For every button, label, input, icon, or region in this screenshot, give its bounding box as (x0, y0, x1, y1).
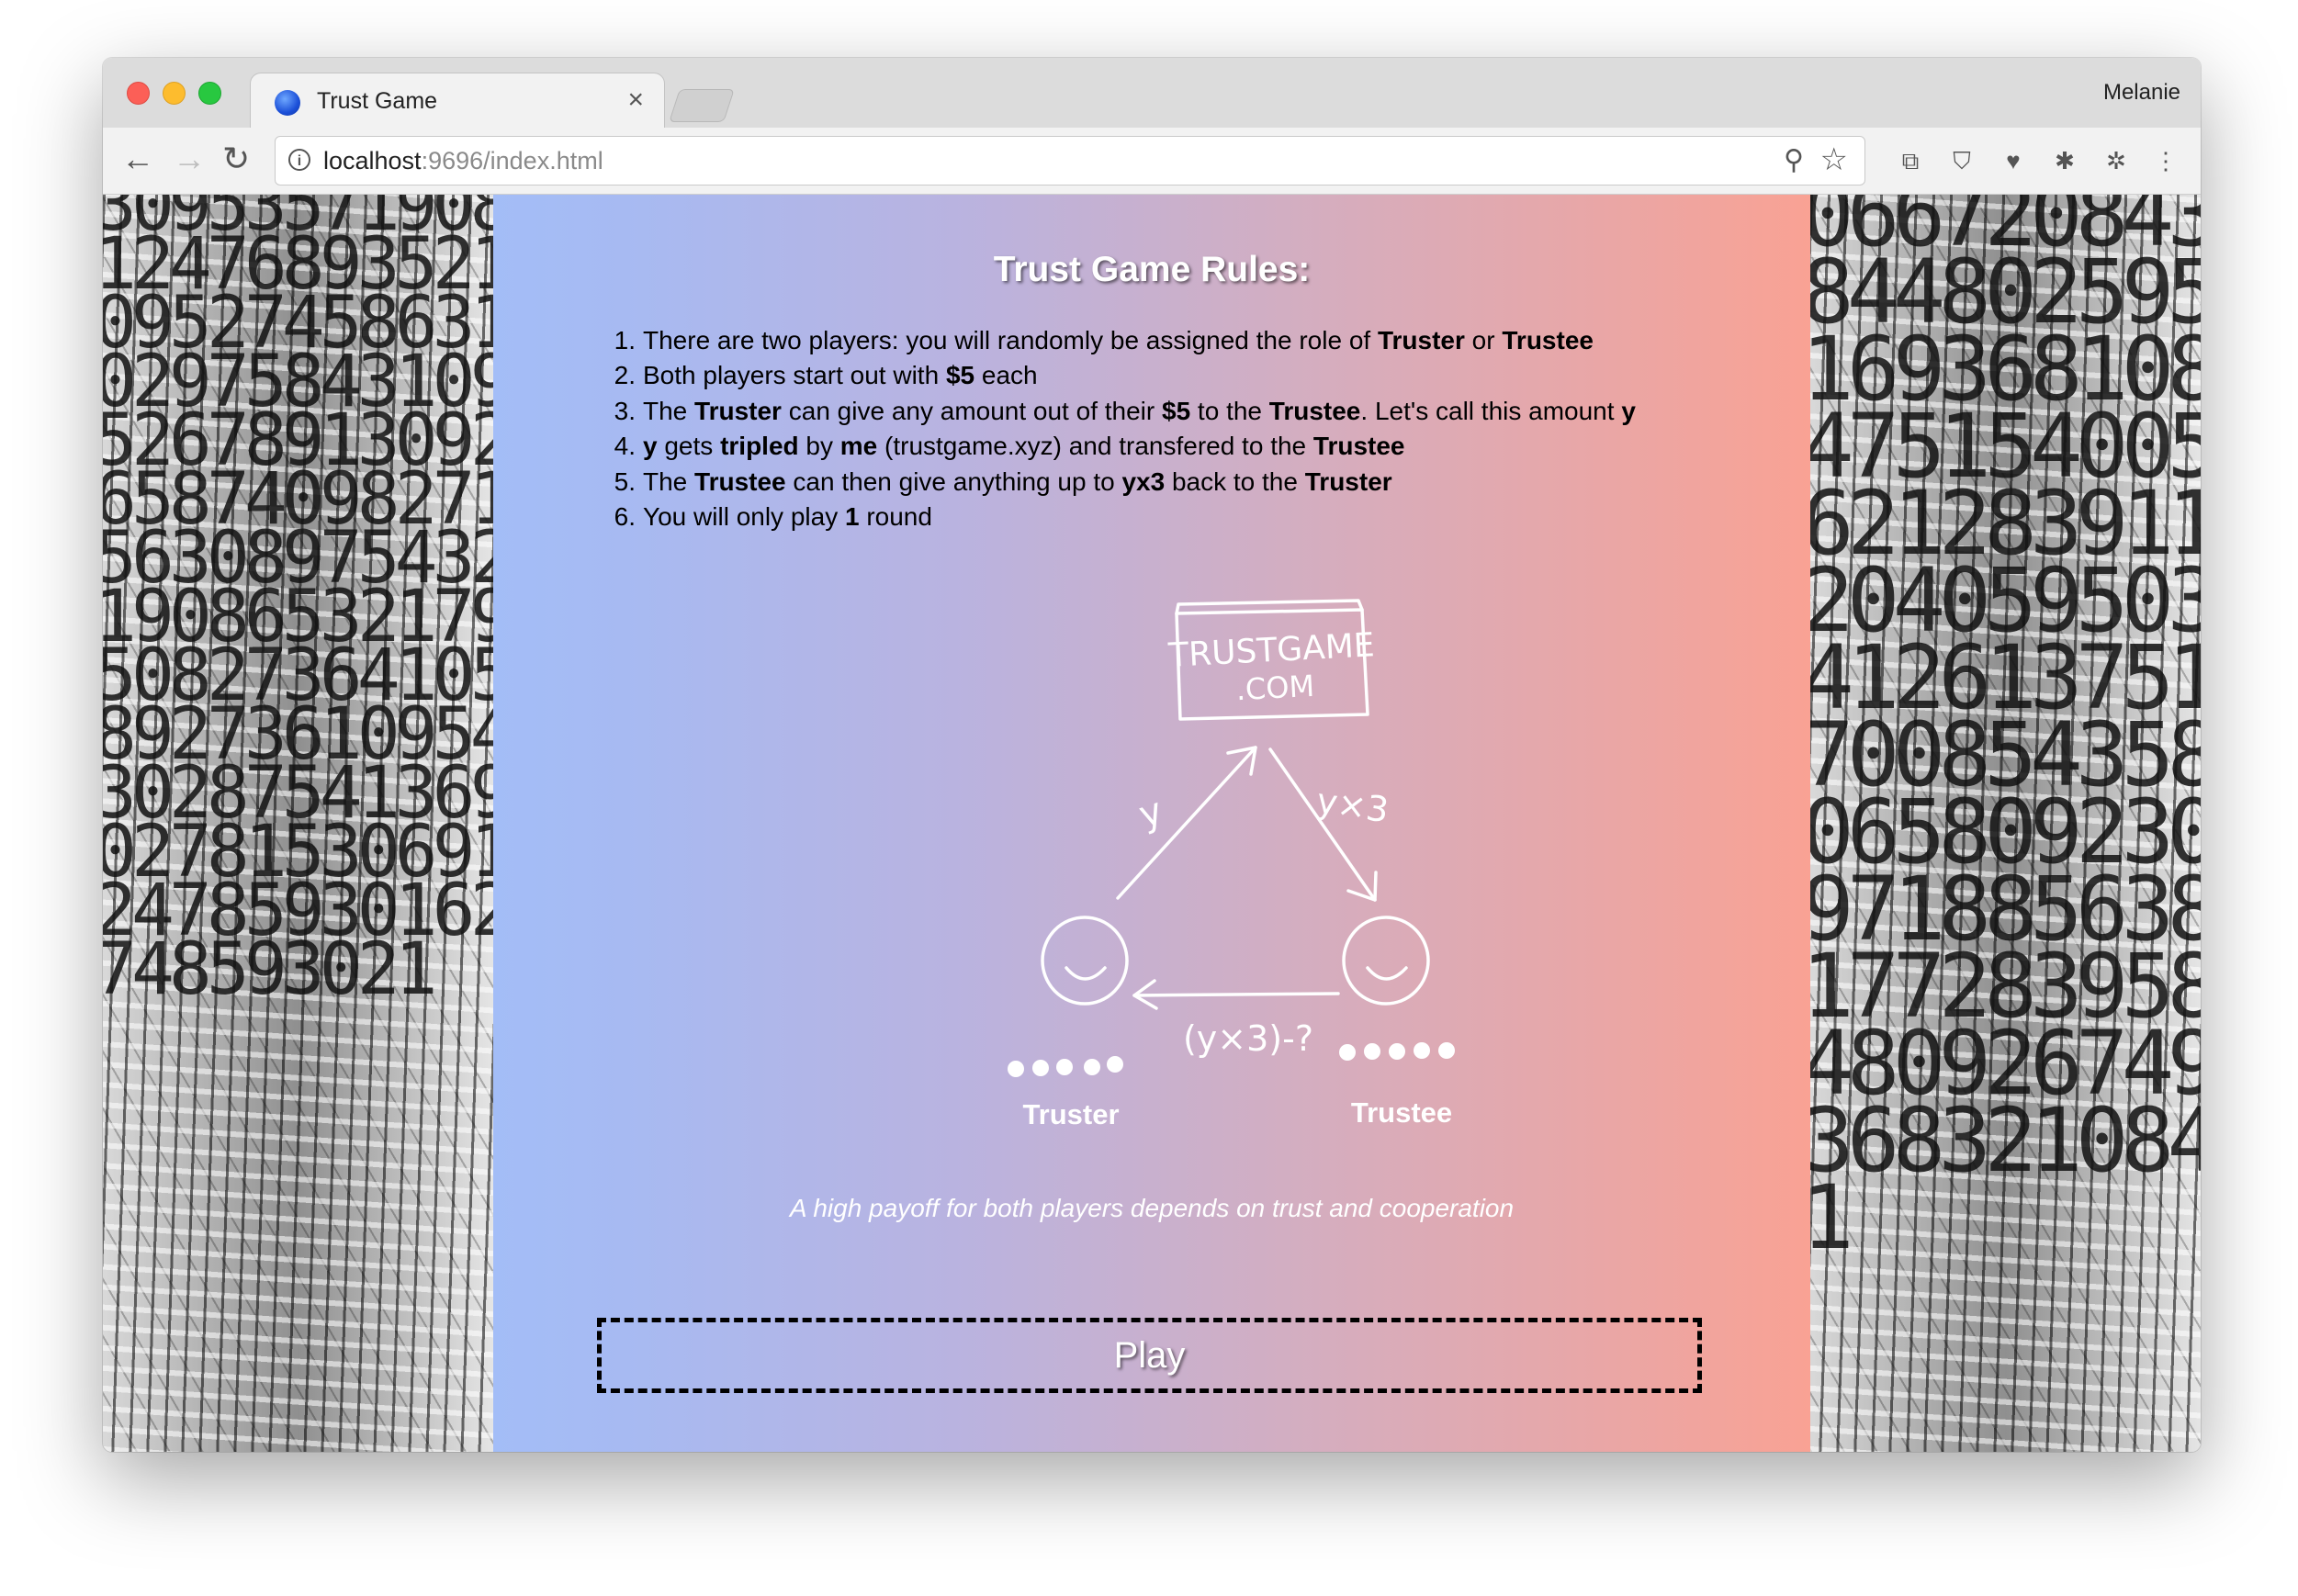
extension-puzzle-icon[interactable]: ⧉ (1896, 146, 1925, 175)
arrow-truster-to-box (1116, 746, 1257, 900)
trustee-smile (1366, 966, 1408, 981)
new-tab-button[interactable] (669, 89, 735, 122)
diagram-box-line2: .COM (1235, 669, 1315, 707)
diagram-box-line1: TRUSTGAME (1166, 626, 1375, 675)
favicon-icon (275, 90, 300, 116)
tab-trust-game[interactable]: Trust Game × (250, 73, 665, 130)
right-background-image: 0667208438448025951693681084751540056212… (1810, 195, 2201, 1452)
diagram-svg: TRUSTGAME .COM y y×3 (y×3)-? Truster Tru… (1008, 599, 1455, 1130)
truster-face-icon (1041, 916, 1129, 1006)
zoom-icon[interactable]: ⚲ (1784, 144, 1804, 176)
page-content: 3095357190812476893521095274586310297584… (103, 195, 2201, 1452)
menu-kebab-icon[interactable]: ⋮ (2151, 146, 2180, 175)
profile-name[interactable]: Melanie (2103, 80, 2180, 106)
trustee-face-icon (1342, 916, 1430, 1006)
edge-label-return: (y×3)-? (1183, 1018, 1313, 1059)
edge-label-y: y (1134, 790, 1168, 837)
info-icon[interactable]: i (288, 149, 310, 171)
extension-star-icon[interactable]: ✱ (2050, 146, 2079, 175)
forward-arrow-icon[interactable]: → (173, 140, 206, 177)
edge-label-yx3: y×3 (1314, 781, 1391, 830)
extension-heart-icon[interactable]: ♥ (1999, 146, 2028, 175)
trustee-dollar-dots (1339, 1042, 1455, 1061)
back-arrow-icon[interactable]: ← (121, 140, 154, 177)
url-host: localhost (323, 147, 422, 174)
reload-icon[interactable]: ↻ (222, 140, 250, 177)
trustee-label: Trustee (1351, 1096, 1452, 1129)
url-text[interactable]: localhost:9696/index.html (323, 147, 603, 175)
tab-title: Trust Game (317, 88, 438, 114)
caption-text: A high payoff for both players depends o… (789, 1194, 1515, 1222)
browser-window: Trust Game × Melanie ← → ↻ i localhost:9… (103, 58, 2201, 1452)
maximize-window-button[interactable] (198, 82, 221, 105)
arrow-trustee-to-truster (1132, 992, 1340, 997)
right-background-digits: 0667208438448025951693681084751540056212… (1810, 195, 2201, 1269)
truster-label: Truster (1022, 1098, 1119, 1130)
close-window-button[interactable] (127, 82, 150, 105)
left-background-digits: 3095357190812476893521095274586310297584… (103, 195, 493, 1011)
truster-dollar-dots (1008, 1056, 1123, 1077)
extension-shield-icon[interactable]: ⛉ (1947, 146, 1977, 175)
left-background-image: 3095357190812476893521095274586310297584… (103, 195, 493, 1452)
trust-game-diagram: TRUSTGAME .COM y y×3 (y×3)-? Truster Tru… (493, 195, 1810, 1452)
extension-bug-icon[interactable]: ✲ (2101, 146, 2131, 175)
address-bar[interactable]: i localhost:9696/index.html ⚲ ☆ (275, 136, 1865, 185)
minimize-window-button[interactable] (163, 82, 186, 105)
title-bar: Trust Game × Melanie (103, 58, 2201, 130)
rules-panel: Trust Game Rules: 1. There are two player… (493, 195, 1810, 1452)
truster-smile (1065, 966, 1107, 981)
tab-close-icon[interactable]: × (627, 84, 644, 116)
url-path: :9696/index.html (421, 147, 603, 174)
bookmark-star-icon[interactable]: ☆ (1820, 141, 1848, 178)
browser-toolbar: ← → ↻ i localhost:9696/index.html ⚲ ☆ ⧉ … (103, 128, 2201, 195)
play-button[interactable]: Play (597, 1318, 1702, 1393)
